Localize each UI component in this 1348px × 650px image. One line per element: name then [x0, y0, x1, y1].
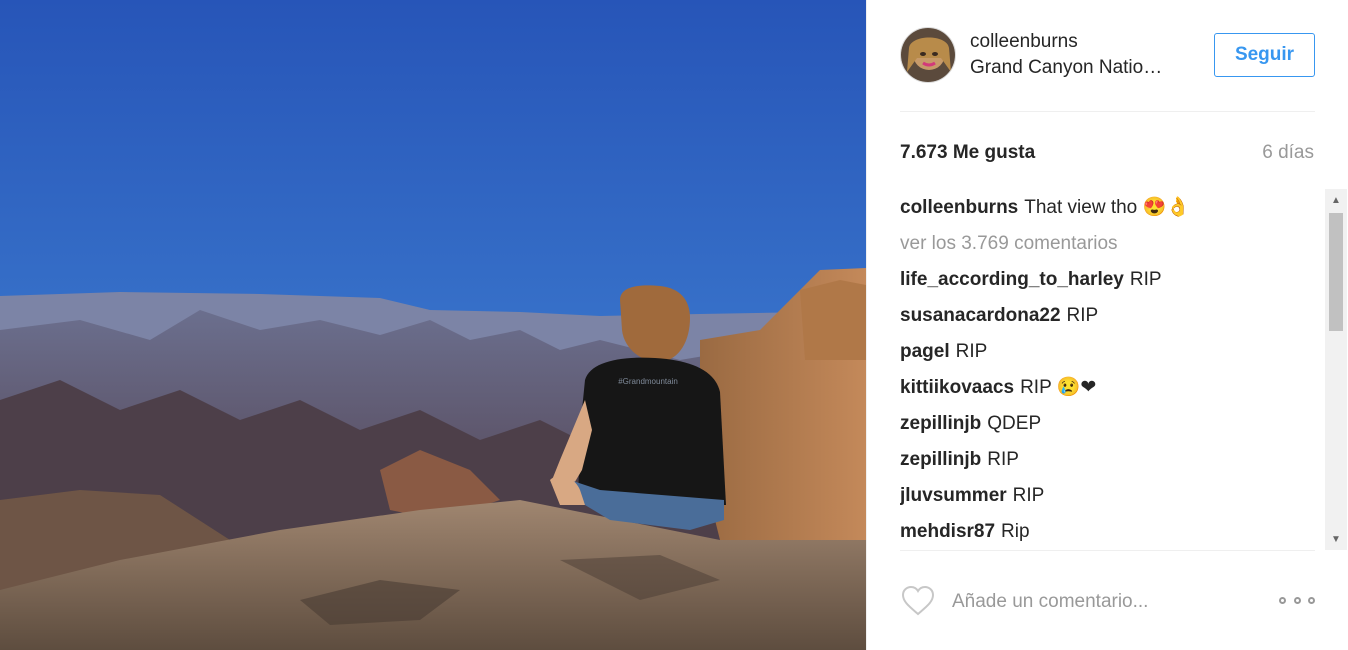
- caption-username[interactable]: colleenburns: [900, 197, 1018, 218]
- list-item: kittiikovaacs RIP 😢❤: [900, 372, 1315, 408]
- comment-text: RIP: [955, 341, 988, 362]
- comment-text: RIP: [1066, 305, 1099, 326]
- caption: colleenburns That view tho 😍👌: [900, 192, 1315, 228]
- comment-username[interactable]: zepillinjb: [900, 449, 981, 470]
- comment-text: RIP: [1129, 269, 1162, 290]
- grand-canyon-photo: #Grandmountain: [0, 0, 866, 650]
- more-options-icon[interactable]: [1279, 590, 1315, 610]
- comment-text: RIP: [987, 449, 1019, 470]
- post-location[interactable]: Grand Canyon Natio…: [970, 57, 1162, 79]
- post-age[interactable]: 6 días: [1262, 142, 1314, 164]
- list-item: zepillinjb QDEP: [900, 408, 1315, 444]
- post-header: colleenburns Grand Canyon Natio… Seguir: [900, 27, 1315, 112]
- follow-button[interactable]: Seguir: [1214, 33, 1315, 77]
- post-photo[interactable]: #Grandmountain: [0, 0, 866, 650]
- comment-username[interactable]: kittiikovaacs: [900, 377, 1014, 398]
- comment-username[interactable]: jluvsummer: [900, 485, 1007, 506]
- likes-count[interactable]: 7.673 Me gusta: [900, 142, 1035, 164]
- avatar[interactable]: [900, 27, 956, 83]
- comment-bar: [900, 582, 1315, 622]
- comment-text: QDEP: [987, 413, 1042, 434]
- post-username[interactable]: colleenburns: [970, 31, 1078, 53]
- scroll-thumb[interactable]: [1329, 213, 1343, 331]
- comments-list: colleenburns That view tho 😍👌 ver los 3.7…: [900, 192, 1315, 551]
- caption-text: That view tho 😍👌: [1024, 197, 1190, 218]
- list-item: life_according_to_harley RIP: [900, 264, 1315, 300]
- dot-icon: [1293, 596, 1301, 604]
- avatar-image: [901, 28, 955, 82]
- list-item: jluvsummer RIP: [900, 480, 1315, 516]
- scroll-down-arrow-icon[interactable]: ▼: [1325, 528, 1347, 550]
- scroll-up-arrow-icon[interactable]: ▲: [1325, 189, 1347, 211]
- comment-text: RIP 😢❤: [1020, 377, 1097, 398]
- comment-input[interactable]: [950, 586, 1254, 618]
- comment-username[interactable]: mehdisr87: [900, 521, 995, 542]
- dot-icon: [1308, 596, 1315, 604]
- comment-text: Rip: [1001, 521, 1030, 542]
- comment-text: RIP: [1012, 485, 1045, 506]
- list-item: susanacardona22 RIP: [900, 300, 1315, 336]
- comments-scrollbar[interactable]: ▲ ▼: [1325, 189, 1347, 550]
- comment-username[interactable]: life_according_to_harley: [900, 269, 1124, 290]
- comment-username[interactable]: pagel: [900, 341, 950, 362]
- comment-username[interactable]: susanacardona22: [900, 305, 1061, 326]
- dot-icon: [1279, 596, 1286, 604]
- view-all-comments-link[interactable]: ver los 3.769 comentarios: [900, 228, 1315, 264]
- heart-icon[interactable]: [900, 585, 936, 617]
- post-details-panel: colleenburns Grand Canyon Natio… Seguir …: [866, 0, 1348, 650]
- list-item: zepillinjb RIP: [900, 444, 1315, 480]
- list-item: pagel RIP: [900, 336, 1315, 372]
- list-item: mehdisr87 Rip: [900, 516, 1315, 550]
- svg-text:#Grandmountain: #Grandmountain: [618, 377, 678, 386]
- comment-username[interactable]: zepillinjb: [900, 413, 981, 434]
